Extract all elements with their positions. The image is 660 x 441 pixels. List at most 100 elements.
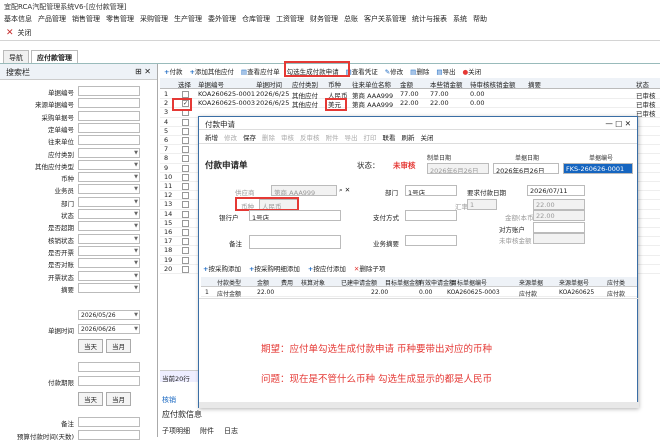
tab-accounts-payable[interactable]: 应付款管理 [31,50,78,63]
filter-input[interactable] [78,98,140,109]
dialog-toolbar-button[interactable]: 修改 [224,132,237,142]
due-month-button[interactable]: 当月 [106,392,131,406]
filter-input[interactable] [78,147,140,158]
menu-item[interactable]: 生产管理 [174,14,202,23]
window-controls-icon[interactable]: — □ ✕ [605,119,631,128]
detail-col-header[interactable]: 金额 [257,278,269,287]
toolbar-button[interactable]: ▤导出 [436,66,455,76]
filter-input[interactable] [78,122,140,133]
row-checkbox[interactable] [182,155,189,163]
detail-col-header[interactable]: 有效申请金额 [419,278,455,287]
row-checkbox[interactable] [182,118,189,126]
dialog-toolbar-button[interactable]: 打印 [364,132,377,142]
detail-col-header[interactable]: 目标单据编号 [451,278,487,287]
menu-item[interactable]: 财务管理 [310,14,338,23]
row-checkbox[interactable] [182,173,189,181]
filter-input[interactable] [78,270,140,281]
toolbar-button[interactable]: ▤查看应付单 [241,66,280,76]
method-input[interactable] [405,210,457,221]
menu-item[interactable]: 客户关系管理 [364,14,406,23]
menu-item[interactable]: 零售管理 [106,14,134,23]
detail-col-header[interactable]: 来源单据号 [559,278,589,287]
dialog-toolbar-button[interactable]: 保存 [243,132,256,142]
detail-col-header[interactable]: 已建申请金额 [341,278,377,287]
tab-navigation[interactable]: 导航 [3,50,29,63]
filter-input[interactable] [78,196,140,207]
menu-item[interactable]: 帮助 [473,14,487,23]
menu-item[interactable]: 仓库管理 [242,14,270,23]
col-status[interactable]: 状态 [636,79,649,89]
col-date[interactable]: 单据时间 [256,79,282,89]
filter-input[interactable] [78,209,140,219]
doc-no-input[interactable]: FKS-260626-0001 [563,163,633,174]
toolbar-button[interactable]: ▤删除 [410,66,429,76]
detail-toolbar-button[interactable]: +按应付添加 [308,263,346,273]
detail-toolbar-button[interactable]: ✕删除子项 [354,263,385,273]
date-start-input[interactable]: 2026/05/26 [78,310,140,320]
col-unit[interactable]: 往来单位名称 [352,79,391,89]
dept-input[interactable]: 1号店 [405,185,457,196]
tab-detail[interactable]: 子项明细 [162,426,190,436]
remark-input[interactable] [249,235,341,249]
col-amount[interactable]: 金额 [400,79,413,89]
budget-days-input[interactable] [78,430,140,440]
dialog-toolbar-button[interactable]: 刷新 [402,132,415,142]
pay-date-input[interactable]: 2026/07/11 [527,185,585,196]
detail-toolbar-button[interactable]: +按采购明细添加 [249,263,300,273]
filter-input[interactable] [78,282,140,293]
row-checkbox[interactable] [182,265,189,273]
table-row[interactable]: 1 KOA260625-0001 2026/6/25 其他应付 人民币 第商 AAA999… [160,90,660,100]
close-icon[interactable]: ✕ [6,28,14,38]
row-checkbox[interactable] [182,91,189,98]
row-checkbox[interactable] [182,192,189,200]
menu-item[interactable]: 产品管理 [38,14,66,23]
due-input-2[interactable] [78,376,140,386]
due-today-button[interactable]: 当天 [78,392,103,406]
filter-input[interactable] [78,135,140,146]
row-checkbox[interactable] [182,164,189,172]
dialog-toolbar-button[interactable]: 导出 [345,132,358,142]
row-checkbox[interactable] [182,210,189,218]
menu-item[interactable]: 基本信息 [4,14,32,23]
dialog-toolbar-button[interactable]: 联看 [383,132,396,142]
dialog-toolbar-button[interactable]: 关闭 [421,132,434,142]
close-label[interactable]: 关闭 [18,28,32,38]
writeoff-link[interactable]: 核销 [162,395,176,405]
detail-col-header[interactable]: 来源单据 [519,278,543,287]
search-icon[interactable]: ⌕ ✕ [339,186,350,195]
menu-item[interactable]: 总账 [344,14,358,23]
row-checkbox[interactable] [182,247,189,255]
summary-input[interactable] [405,235,457,246]
row-checkbox[interactable] [182,183,189,190]
dialog-toolbar-button[interactable]: 附件 [326,132,339,142]
row-checkbox[interactable] [182,146,189,154]
date-end-input[interactable]: 2026/06/26 [78,324,140,334]
row-checkbox[interactable] [182,201,189,209]
filter-input[interactable] [78,159,140,170]
month-button[interactable]: 当月 [106,339,131,353]
row-checkbox[interactable] [182,137,189,144]
bank-input[interactable]: 1号店 [249,210,341,221]
detail-col-header[interactable]: 费用 [281,278,293,287]
dialog-toolbar-button[interactable]: 新增 [205,132,218,142]
col-select[interactable]: 选择 [178,79,191,89]
dialog-toolbar-button[interactable]: 反审核 [300,132,320,142]
detail-col-header[interactable]: 应付类 [607,278,625,287]
doc-date-input[interactable]: 2026年6月26日 [493,163,559,174]
filter-input[interactable] [78,172,140,183]
due-input-1[interactable] [78,362,140,372]
menu-item[interactable]: 委外管理 [208,14,236,23]
col-summary[interactable]: 摘要 [528,79,541,89]
toolbar-button[interactable]: ✎修改 [385,66,403,76]
pin-icon[interactable]: ⊞ ✕ [135,67,151,76]
toolbar-button[interactable]: +添加其他应付 [189,66,233,76]
col-pending[interactable]: 待审核核销金额 [470,79,516,89]
row-checkbox[interactable] [182,256,189,264]
remark-input[interactable] [78,417,140,427]
toolbar-button[interactable]: ●关闭 [462,66,481,76]
filter-input[interactable] [78,233,140,244]
horizontal-scrollbar[interactable] [199,402,639,408]
filter-input[interactable] [78,258,140,269]
dialog-toolbar-button[interactable]: 审核 [281,132,294,142]
row-checkbox[interactable] [182,219,189,227]
